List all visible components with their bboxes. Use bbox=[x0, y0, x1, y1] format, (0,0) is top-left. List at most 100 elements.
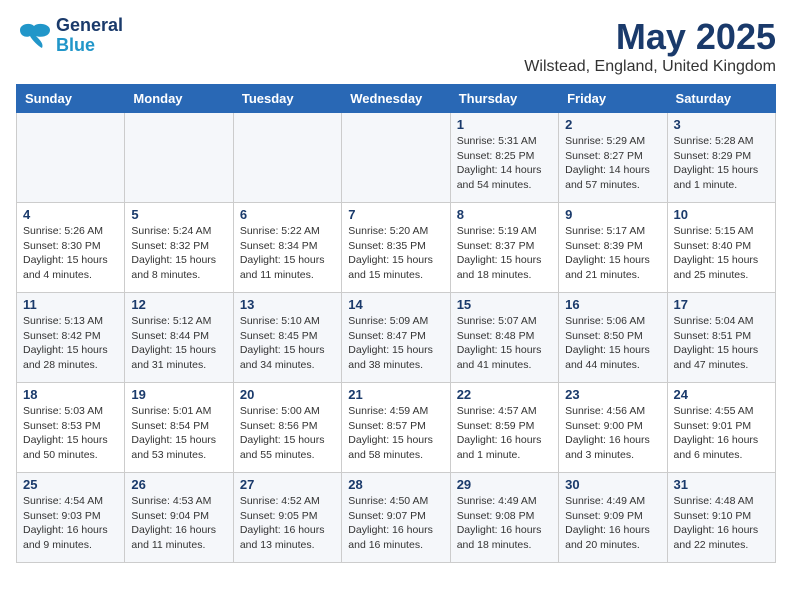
calendar-cell: 17 Sunrise: 5:04 AMSunset: 8:51 PMDayligh… bbox=[667, 293, 775, 383]
calendar-cell: 15 Sunrise: 5:07 AMSunset: 8:48 PMDayligh… bbox=[450, 293, 558, 383]
day-info: Sunrise: 5:10 AMSunset: 8:45 PMDaylight:… bbox=[240, 314, 335, 373]
calendar-cell: 8 Sunrise: 5:19 AMSunset: 8:37 PMDaylight… bbox=[450, 203, 558, 293]
day-info: Sunrise: 4:57 AMSunset: 8:59 PMDaylight:… bbox=[457, 404, 552, 463]
day-number: 21 bbox=[348, 387, 443, 402]
day-info: Sunrise: 4:48 AMSunset: 9:10 PMDaylight:… bbox=[674, 494, 769, 553]
day-info: Sunrise: 5:15 AMSunset: 8:40 PMDaylight:… bbox=[674, 224, 769, 283]
day-info: Sunrise: 5:07 AMSunset: 8:48 PMDaylight:… bbox=[457, 314, 552, 373]
day-number: 2 bbox=[565, 117, 660, 132]
calendar-cell: 13 Sunrise: 5:10 AMSunset: 8:45 PMDayligh… bbox=[233, 293, 341, 383]
day-info: Sunrise: 4:52 AMSunset: 9:05 PMDaylight:… bbox=[240, 494, 335, 553]
calendar-cell: 24 Sunrise: 4:55 AMSunset: 9:01 PMDayligh… bbox=[667, 383, 775, 473]
calendar-week-row: 1 Sunrise: 5:31 AMSunset: 8:25 PMDaylight… bbox=[17, 113, 776, 203]
calendar-cell: 12 Sunrise: 5:12 AMSunset: 8:44 PMDayligh… bbox=[125, 293, 233, 383]
calendar-cell: 5Sunrise: 5:24 AMSunset: 8:32 PMDaylight… bbox=[125, 203, 233, 293]
day-number: 27 bbox=[240, 477, 335, 492]
calendar-cell: 30 Sunrise: 4:49 AMSunset: 9:09 PMDayligh… bbox=[559, 473, 667, 563]
calendar-cell bbox=[125, 113, 233, 203]
calendar-cell bbox=[17, 113, 125, 203]
day-info: Sunrise: 4:49 AMSunset: 9:08 PMDaylight:… bbox=[457, 494, 552, 553]
day-number: 10 bbox=[674, 207, 769, 222]
calendar-subtitle: Wilstead, England, United Kingdom bbox=[524, 58, 776, 76]
day-info: Sunrise: 5:12 AMSunset: 8:44 PMDaylight:… bbox=[131, 314, 226, 373]
title-block: May 2025 Wilstead, England, United Kingd… bbox=[524, 16, 776, 76]
day-info: Sunrise: 5:01 AMSunset: 8:54 PMDaylight:… bbox=[131, 404, 226, 463]
day-number: 31 bbox=[674, 477, 769, 492]
day-info: Sunrise: 4:55 AMSunset: 9:01 PMDaylight:… bbox=[674, 404, 769, 463]
weekday-header-saturday: Saturday bbox=[667, 85, 775, 113]
day-info: Sunrise: 4:59 AMSunset: 8:57 PMDaylight:… bbox=[348, 404, 443, 463]
day-number: 7 bbox=[348, 207, 443, 222]
calendar-cell: 20Sunrise: 5:00 AMSunset: 8:56 PMDayligh… bbox=[233, 383, 341, 473]
calendar-cell: 31 Sunrise: 4:48 AMSunset: 9:10 PMDayligh… bbox=[667, 473, 775, 563]
day-number: 8 bbox=[457, 207, 552, 222]
day-info: Sunrise: 5:17 AMSunset: 8:39 PMDaylight:… bbox=[565, 224, 660, 283]
logo: General Blue bbox=[16, 16, 123, 56]
day-number: 25 bbox=[23, 477, 118, 492]
day-number: 3 bbox=[674, 117, 769, 132]
calendar-body: 1 Sunrise: 5:31 AMSunset: 8:25 PMDaylight… bbox=[17, 113, 776, 563]
day-info: Sunrise: 5:13 AMSunset: 8:42 PMDaylight:… bbox=[23, 314, 118, 373]
calendar-cell: 11 Sunrise: 5:13 AMSunset: 8:42 PMDayligh… bbox=[17, 293, 125, 383]
day-info: Sunrise: 5:04 AMSunset: 8:51 PMDaylight:… bbox=[674, 314, 769, 373]
day-number: 29 bbox=[457, 477, 552, 492]
day-number: 26 bbox=[131, 477, 226, 492]
calendar-title: May 2025 bbox=[524, 16, 776, 58]
calendar-cell: 7 Sunrise: 5:20 AMSunset: 8:35 PMDaylight… bbox=[342, 203, 450, 293]
weekday-header-sunday: Sunday bbox=[17, 85, 125, 113]
day-info: Sunrise: 5:28 AMSunset: 8:29 PMDaylight:… bbox=[674, 134, 769, 193]
calendar-week-row: 18 Sunrise: 5:03 AMSunset: 8:53 PMDayligh… bbox=[17, 383, 776, 473]
day-info: Sunrise: 4:56 AMSunset: 9:00 PMDaylight:… bbox=[565, 404, 660, 463]
day-number: 5 bbox=[131, 207, 226, 222]
weekday-header-wednesday: Wednesday bbox=[342, 85, 450, 113]
day-info: Sunrise: 5:29 AMSunset: 8:27 PMDaylight:… bbox=[565, 134, 660, 193]
day-info: Sunrise: 5:31 AMSunset: 8:25 PMDaylight:… bbox=[457, 134, 552, 193]
calendar-cell: 29 Sunrise: 4:49 AMSunset: 9:08 PMDayligh… bbox=[450, 473, 558, 563]
page-header: General Blue May 2025 Wilstead, England,… bbox=[16, 16, 776, 76]
day-number: 4 bbox=[23, 207, 118, 222]
day-number: 24 bbox=[674, 387, 769, 402]
day-info: Sunrise: 5:06 AMSunset: 8:50 PMDaylight:… bbox=[565, 314, 660, 373]
day-info: Sunrise: 5:03 AMSunset: 8:53 PMDaylight:… bbox=[23, 404, 118, 463]
day-number: 30 bbox=[565, 477, 660, 492]
weekday-header-row: SundayMondayTuesdayWednesdayThursdayFrid… bbox=[17, 85, 776, 113]
day-info: Sunrise: 4:49 AMSunset: 9:09 PMDaylight:… bbox=[565, 494, 660, 553]
calendar-cell: 16 Sunrise: 5:06 AMSunset: 8:50 PMDayligh… bbox=[559, 293, 667, 383]
calendar-cell: 18 Sunrise: 5:03 AMSunset: 8:53 PMDayligh… bbox=[17, 383, 125, 473]
calendar-cell: 26Sunrise: 4:53 AMSunset: 9:04 PMDayligh… bbox=[125, 473, 233, 563]
logo-bird-icon bbox=[16, 22, 52, 50]
calendar-table: SundayMondayTuesdayWednesdayThursdayFrid… bbox=[16, 84, 776, 563]
day-number: 16 bbox=[565, 297, 660, 312]
day-info: Sunrise: 5:00 AMSunset: 8:56 PMDaylight:… bbox=[240, 404, 335, 463]
calendar-cell: 3 Sunrise: 5:28 AMSunset: 8:29 PMDaylight… bbox=[667, 113, 775, 203]
day-number: 12 bbox=[131, 297, 226, 312]
calendar-cell: 22Sunrise: 4:57 AMSunset: 8:59 PMDayligh… bbox=[450, 383, 558, 473]
calendar-cell: 28Sunrise: 4:50 AMSunset: 9:07 PMDayligh… bbox=[342, 473, 450, 563]
weekday-header-thursday: Thursday bbox=[450, 85, 558, 113]
day-number: 28 bbox=[348, 477, 443, 492]
calendar-cell: 4Sunrise: 5:26 AMSunset: 8:30 PMDaylight… bbox=[17, 203, 125, 293]
day-info: Sunrise: 4:54 AMSunset: 9:03 PMDaylight:… bbox=[23, 494, 118, 553]
day-number: 19 bbox=[131, 387, 226, 402]
calendar-cell: 6Sunrise: 5:22 AMSunset: 8:34 PMDaylight… bbox=[233, 203, 341, 293]
day-number: 13 bbox=[240, 297, 335, 312]
calendar-cell: 9 Sunrise: 5:17 AMSunset: 8:39 PMDaylight… bbox=[559, 203, 667, 293]
calendar-cell: 23Sunrise: 4:56 AMSunset: 9:00 PMDayligh… bbox=[559, 383, 667, 473]
day-number: 9 bbox=[565, 207, 660, 222]
calendar-cell: 14Sunrise: 5:09 AMSunset: 8:47 PMDayligh… bbox=[342, 293, 450, 383]
calendar-cell bbox=[233, 113, 341, 203]
calendar-cell: 21 Sunrise: 4:59 AMSunset: 8:57 PMDayligh… bbox=[342, 383, 450, 473]
day-number: 15 bbox=[457, 297, 552, 312]
day-number: 1 bbox=[457, 117, 552, 132]
weekday-header-tuesday: Tuesday bbox=[233, 85, 341, 113]
day-number: 17 bbox=[674, 297, 769, 312]
calendar-cell: 25 Sunrise: 4:54 AMSunset: 9:03 PMDayligh… bbox=[17, 473, 125, 563]
day-number: 18 bbox=[23, 387, 118, 402]
calendar-cell: 27 Sunrise: 4:52 AMSunset: 9:05 PMDayligh… bbox=[233, 473, 341, 563]
day-number: 11 bbox=[23, 297, 118, 312]
day-info: Sunrise: 5:20 AMSunset: 8:35 PMDaylight:… bbox=[348, 224, 443, 283]
calendar-week-row: 25 Sunrise: 4:54 AMSunset: 9:03 PMDayligh… bbox=[17, 473, 776, 563]
weekday-header-monday: Monday bbox=[125, 85, 233, 113]
day-info: Sunrise: 5:19 AMSunset: 8:37 PMDaylight:… bbox=[457, 224, 552, 283]
logo-text: General Blue bbox=[56, 16, 123, 56]
